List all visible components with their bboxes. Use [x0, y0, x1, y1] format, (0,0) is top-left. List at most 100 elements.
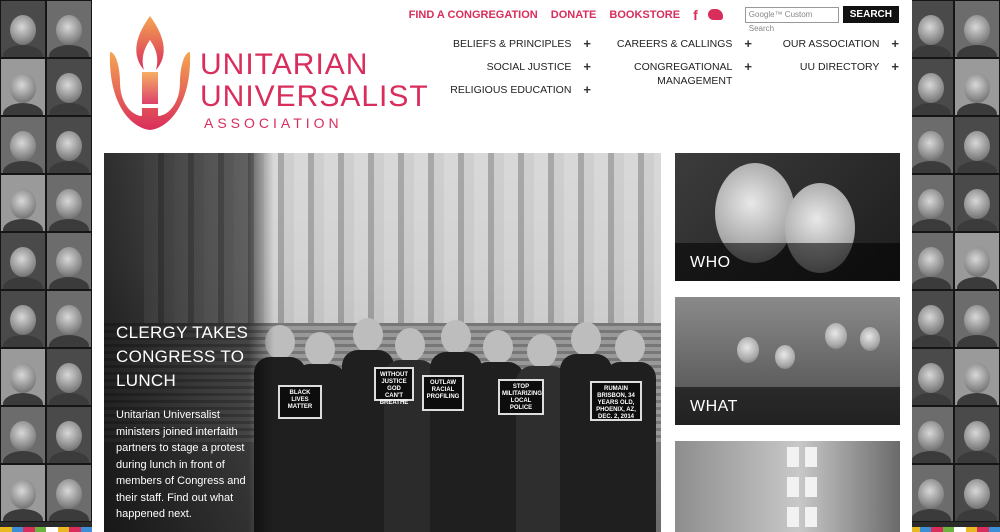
nav-column-2: CAREERS & CALLINGS + CONGREGATIONAL MANAG… [617, 37, 752, 101]
mosaic-portrait [46, 174, 92, 232]
accent-strip-segment [965, 527, 977, 532]
mosaic-portrait [908, 116, 954, 174]
mosaic-portrait [908, 290, 954, 348]
bookstore-link[interactable]: BOOKSTORE [609, 9, 680, 21]
mosaic-portrait [954, 174, 1000, 232]
logo-line-2: UNIVERSALIST [200, 80, 429, 113]
mosaic-portrait [954, 116, 1000, 174]
mosaic-portrait [0, 232, 46, 290]
mosaic-portrait [0, 348, 46, 406]
accent-strip-segment [0, 527, 12, 532]
mosaic-portrait [46, 406, 92, 464]
plus-icon[interactable]: + [891, 37, 899, 50]
nav-item-social-justice[interactable]: SOCIAL JUSTICE + [450, 60, 591, 84]
find-congregation-link[interactable]: FIND A CONGREGATION [409, 9, 538, 21]
architecture-tile[interactable] [675, 441, 900, 532]
uua-logo[interactable]: UNITARIAN UNIVERSALIST ASSOCIATION [104, 12, 428, 134]
mosaic-portrait [908, 464, 954, 522]
logo-wordmark: UNITARIAN UNIVERSALIST ASSOCIATION [200, 48, 429, 131]
accent-strip-segment [80, 527, 92, 532]
mosaic-portrait [46, 290, 92, 348]
plus-icon[interactable]: + [744, 37, 752, 50]
who-label: WHO [690, 254, 731, 271]
logo-line-1: UNITARIAN [200, 48, 369, 81]
hero-description: Unitarian Universalist ministers joined … [116, 409, 246, 520]
left-accent-strip [0, 527, 92, 532]
nav-item-congregational-management[interactable]: CONGREGATIONAL MANAGEMENT + [617, 60, 752, 101]
search-button[interactable]: SEARCH [842, 6, 899, 23]
right-accent-strip [908, 527, 1000, 532]
protest-sign: BLACK LIVES MATTER [278, 385, 322, 419]
accent-strip-segment [919, 527, 931, 532]
protest-group-photo [254, 313, 656, 532]
twitter-icon[interactable] [707, 9, 723, 20]
mosaic-portrait [0, 0, 46, 58]
mosaic-portrait [954, 464, 1000, 522]
mosaic-portrait [46, 116, 92, 174]
left-photo-mosaic [0, 0, 92, 532]
mosaic-portrait [46, 58, 92, 116]
flaming-chalice-icon [109, 16, 191, 130]
accent-strip-segment [942, 527, 954, 532]
protest-sign: RUMAIN BRISBON, 34 YEARS OLD, PHOENIX, A… [590, 381, 642, 421]
mosaic-portrait [46, 464, 92, 522]
mosaic-portrait [46, 348, 92, 406]
protest-sign: OUTLAW RACIAL PROFILING [422, 375, 464, 411]
accent-strip-segment [23, 527, 35, 532]
hero-feature[interactable]: BLACK LIVES MATTER WITHOUT JUSTICE GOD C… [104, 153, 661, 532]
mosaic-portrait [954, 348, 1000, 406]
nav-column-3: OUR ASSOCIATION + UU DIRECTORY + [783, 37, 899, 84]
who-tile[interactable]: WHO [675, 153, 900, 281]
accent-strip-segment [988, 527, 1000, 532]
mosaic-portrait [908, 58, 954, 116]
facebook-icon[interactable]: f [693, 7, 698, 23]
mosaic-portrait [908, 348, 954, 406]
accent-strip-segment [954, 527, 966, 532]
mosaic-portrait [0, 406, 46, 464]
plus-icon[interactable]: + [583, 83, 591, 96]
utility-bar: FIND A CONGREGATION DONATE BOOKSTORE f G… [396, 6, 899, 33]
mosaic-portrait [0, 464, 46, 522]
accent-strip-segment [11, 527, 23, 532]
donate-link[interactable]: DONATE [551, 9, 597, 21]
what-label: WHAT [690, 398, 738, 415]
mosaic-portrait [954, 290, 1000, 348]
nav-item-our-association[interactable]: OUR ASSOCIATION + [783, 37, 899, 61]
accent-strip-segment [931, 527, 943, 532]
mosaic-portrait [954, 0, 1000, 58]
protest-sign: WITHOUT JUSTICE GOD CAN'T BREATHE [374, 367, 414, 406]
protest-sign: STOP MILITARIZING LOCAL POLICE [498, 379, 544, 415]
mosaic-portrait [46, 0, 92, 58]
plus-icon[interactable]: + [891, 60, 899, 73]
accent-strip-segment [46, 527, 58, 532]
mosaic-portrait [0, 58, 46, 116]
mosaic-portrait [954, 232, 1000, 290]
what-tile[interactable]: WHAT [675, 297, 900, 425]
nav-item-careers-callings[interactable]: CAREERS & CALLINGS + [617, 37, 752, 61]
mosaic-portrait [908, 232, 954, 290]
mosaic-portrait [0, 174, 46, 232]
logo-line-3: ASSOCIATION [204, 115, 343, 131]
mosaic-portrait [954, 58, 1000, 116]
mosaic-portrait [908, 0, 954, 58]
nav-item-uu-directory[interactable]: UU DIRECTORY + [783, 60, 899, 84]
mosaic-portrait [46, 232, 92, 290]
main-content-column: UNITARIAN UNIVERSALIST ASSOCIATION FIND … [92, 0, 912, 532]
right-photo-mosaic [908, 0, 1000, 532]
accent-strip-segment [69, 527, 81, 532]
nav-item-beliefs-principles[interactable]: BELIEFS & PRINCIPLES + [450, 37, 591, 61]
mosaic-portrait [908, 174, 954, 232]
mosaic-portrait [908, 406, 954, 464]
mosaic-portrait [0, 290, 46, 348]
plus-icon[interactable]: + [583, 60, 591, 73]
mosaic-portrait [954, 406, 1000, 464]
hero-title[interactable]: CLERGY TAKES CONGRESS TO LUNCH [116, 321, 256, 393]
plus-icon[interactable]: + [744, 60, 752, 73]
nav-item-religious-education[interactable]: RELIGIOUS EDUCATION + [450, 83, 591, 107]
accent-strip-segment [977, 527, 989, 532]
accent-strip-segment [57, 527, 69, 532]
nav-column-1: BELIEFS & PRINCIPLES + SOCIAL JUSTICE + RE… [450, 37, 591, 107]
plus-icon[interactable]: + [583, 37, 591, 50]
search-input[interactable]: Google™ Custom Search [744, 6, 839, 33]
accent-strip-segment [34, 527, 46, 532]
